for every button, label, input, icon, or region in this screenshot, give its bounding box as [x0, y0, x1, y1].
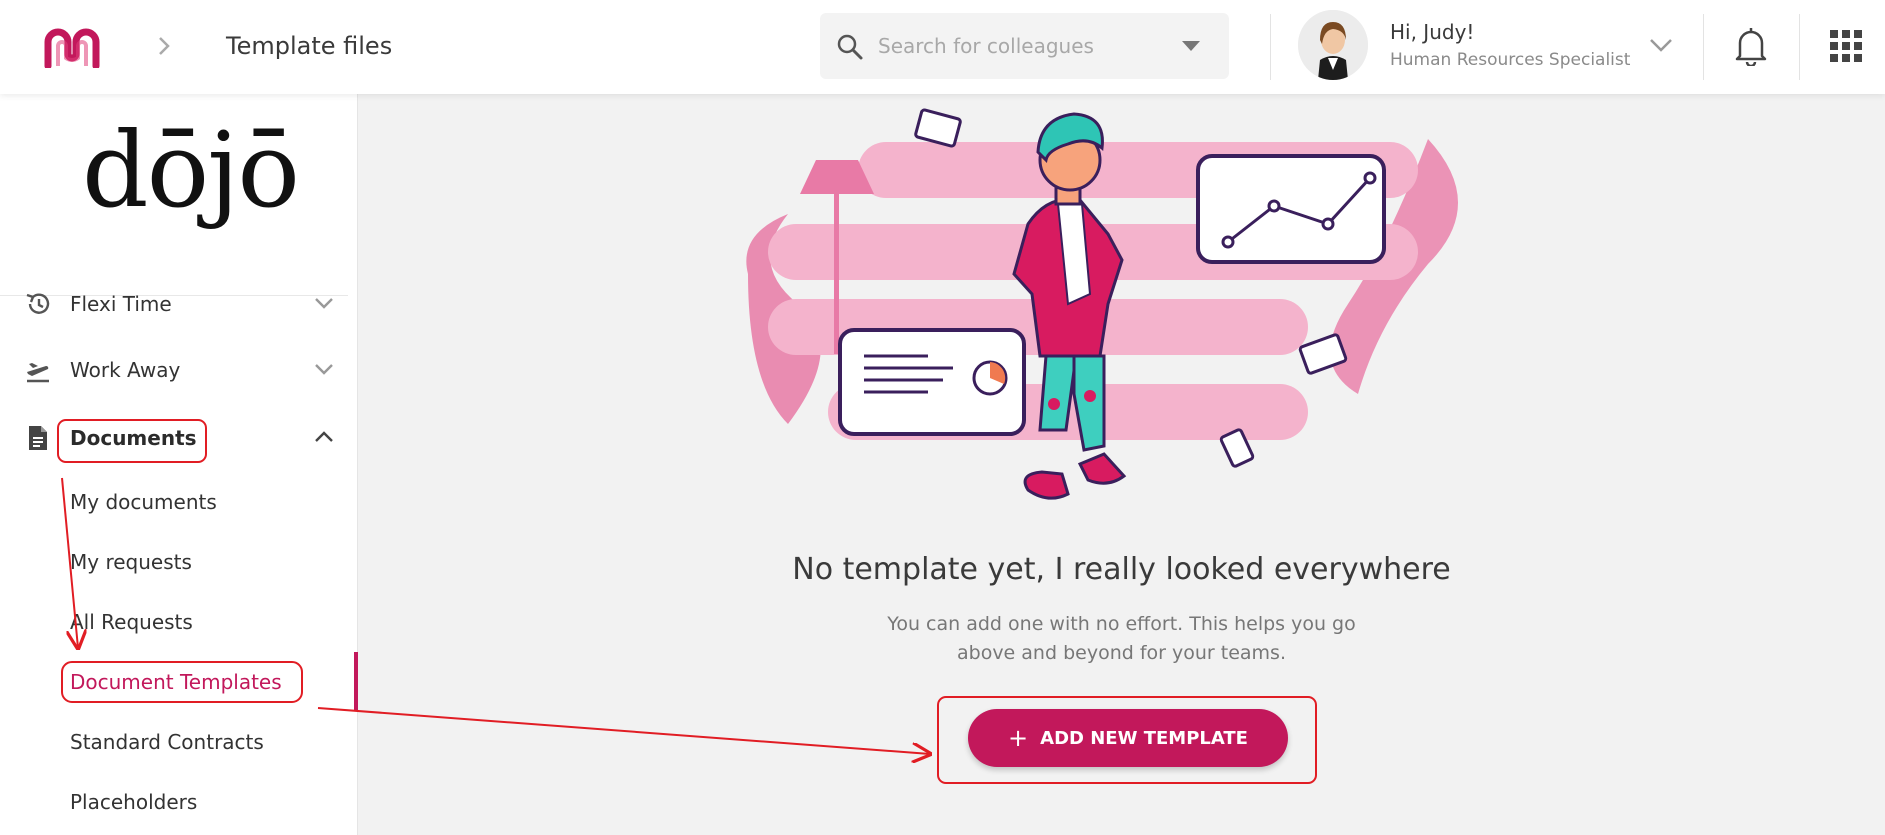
- sidebar-subitem-my-documents[interactable]: My documents: [70, 490, 217, 514]
- empty-state-description-line: above and beyond for your teams.: [956, 642, 1286, 664]
- breadcrumb-chevron-icon: [159, 37, 170, 55]
- document-icon: [29, 426, 47, 450]
- dropdown-caret-icon[interactable]: [1180, 39, 1202, 53]
- sidebar-subitem-placeholders[interactable]: Placeholders: [70, 790, 197, 814]
- top-bar: Template files Hi, Judy! Human Resources…: [0, 0, 1885, 94]
- user-greeting: Hi, Judy!: [1390, 20, 1475, 44]
- app-logo-icon[interactable]: [44, 28, 100, 68]
- search-icon: [837, 34, 863, 60]
- add-new-template-label: ADD NEW TEMPLATE: [1040, 728, 1248, 749]
- main-content: No template yet, I really looked everywh…: [358, 94, 1885, 835]
- empty-state-description-line: You can add one with no effort. This hel…: [887, 613, 1356, 635]
- user-portrait-icon: [1298, 10, 1368, 80]
- chevron-down-icon[interactable]: [1648, 36, 1674, 54]
- search-input[interactable]: [878, 27, 1168, 65]
- chevron-up-icon[interactable]: [314, 430, 334, 444]
- avatar[interactable]: [1298, 10, 1368, 80]
- sidebar-item-label: Documents: [70, 426, 197, 450]
- sidebar-item-flexi-time[interactable]: Flexi Time: [0, 280, 358, 328]
- header-divider: [1799, 14, 1800, 80]
- bell-icon[interactable]: [1734, 26, 1768, 66]
- sidebar-item-label: Work Away: [70, 358, 181, 382]
- add-new-template-button[interactable]: + ADD NEW TEMPLATE: [968, 709, 1288, 767]
- page-title: Template files: [226, 32, 393, 60]
- colleague-search[interactable]: [820, 13, 1229, 79]
- empty-state-title: No template yet, I really looked everywh…: [792, 552, 1451, 587]
- header-divider: [1703, 14, 1704, 80]
- sidebar-subitem-document-templates[interactable]: Document Templates: [70, 670, 282, 694]
- apps-grid-icon[interactable]: [1830, 30, 1862, 62]
- header-divider: [1270, 14, 1271, 80]
- brand-logo: dōjō: [82, 109, 300, 231]
- chevron-down-icon[interactable]: [314, 296, 334, 310]
- sidebar-item-work-away[interactable]: Work Away: [0, 346, 358, 394]
- chevron-down-icon[interactable]: [314, 362, 334, 376]
- empty-state-description: You can add one with no effort. This hel…: [358, 610, 1885, 668]
- sidebar-subitem-my-requests[interactable]: My requests: [70, 550, 192, 574]
- flight-takeoff-icon: [27, 363, 49, 383]
- sidebar-subitem-all-requests[interactable]: All Requests: [70, 610, 193, 634]
- history-icon: [26, 293, 50, 314]
- plus-icon: +: [1008, 724, 1029, 752]
- empty-state-illustration: [746, 108, 1458, 500]
- sidebar-item-label: Flexi Time: [70, 292, 172, 316]
- sidebar-item-documents[interactable]: Documents: [0, 414, 358, 462]
- sidebar-subitem-standard-contracts[interactable]: Standard Contracts: [70, 730, 264, 754]
- user-role: Human Resources Specialist: [1390, 50, 1631, 70]
